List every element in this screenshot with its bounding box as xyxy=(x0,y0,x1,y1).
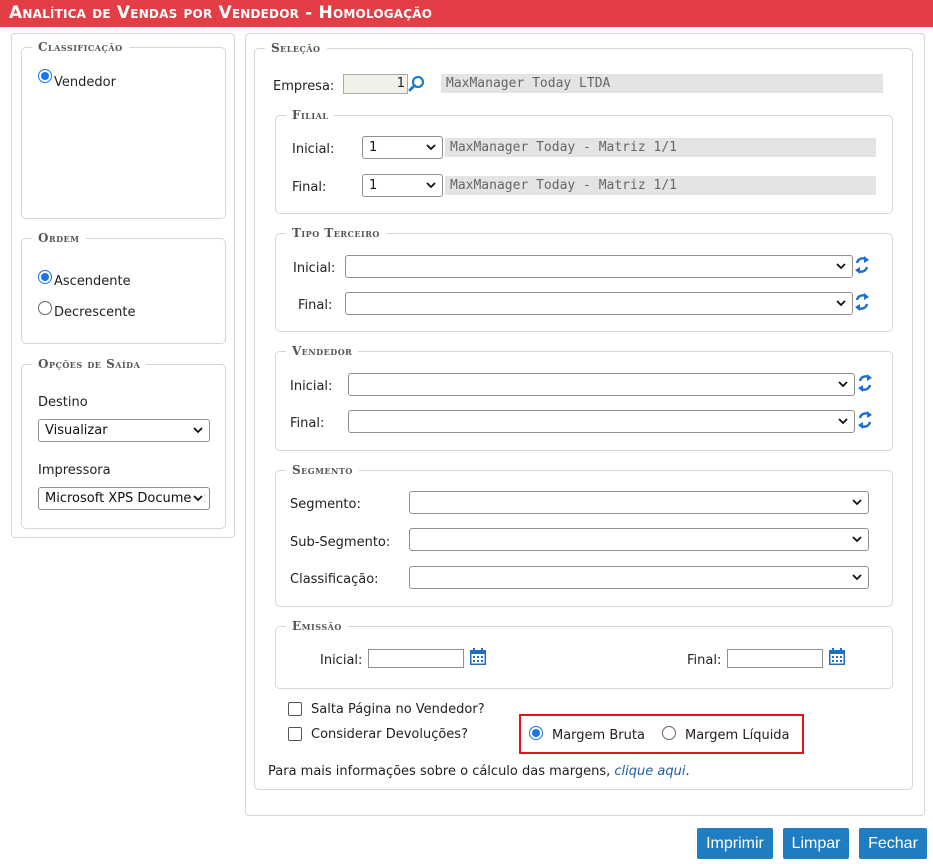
vendedor-final-label: Final: xyxy=(290,416,325,431)
opcoes-saida-group: Opções de Saída Destino Visualizar Impre… xyxy=(21,357,226,529)
limpar-button[interactable]: Limpar xyxy=(783,828,849,859)
considerar-devolucoes-checkbox[interactable] xyxy=(288,727,302,741)
radio-vendedor-label: Vendedor xyxy=(54,75,116,90)
tipo-terceiro-group: Tipo Terceiro xyxy=(275,226,893,332)
emissao-final-label: Final: xyxy=(687,653,722,668)
ordem-group: Ordem Ascendente Decrescente xyxy=(21,231,226,344)
empresa-label: Empresa: xyxy=(273,79,335,94)
margens-info-prefix: Para mais informações sobre o cálculo da… xyxy=(268,764,615,779)
salta-pagina-checkbox[interactable] xyxy=(288,702,302,716)
imprimir-button[interactable]: Imprimir xyxy=(697,828,773,859)
classificacao-group: Classificação Vendedor xyxy=(21,40,226,219)
filial-final-name: MaxManager Today - Matriz 1/1 xyxy=(445,176,876,195)
vendedor-final-select[interactable] xyxy=(348,410,855,433)
refresh-icon[interactable] xyxy=(854,255,870,275)
clique-aqui-link[interactable]: clique aqui xyxy=(614,764,685,779)
search-icon[interactable] xyxy=(408,75,426,93)
destino-select-value: Visualizar xyxy=(45,423,108,438)
tipo-terceiro-final-select[interactable] xyxy=(345,292,853,315)
classificacao-label: Classificação: xyxy=(290,572,379,587)
impressora-select[interactable]: Microsoft XPS Document Writer xyxy=(38,487,210,510)
destino-label: Destino xyxy=(38,395,88,410)
filial-legend: Filial xyxy=(286,108,335,122)
filial-final-value: 1 xyxy=(369,178,378,193)
vendedor-inicial-select[interactable] xyxy=(348,373,855,396)
filial-inicial-select[interactable]: 1 xyxy=(362,136,443,159)
chevron-down-icon xyxy=(193,427,203,434)
chevron-down-icon xyxy=(852,574,862,581)
chevron-down-icon xyxy=(836,300,846,307)
tipo-terceiro-inicial-select[interactable] xyxy=(345,255,853,278)
radio-ascendente-label: Ascendente xyxy=(54,274,131,289)
considerar-devolucoes-label: Considerar Devoluções? xyxy=(311,727,468,742)
segmento-legend: Segmento xyxy=(286,463,359,477)
chevron-down-icon xyxy=(852,536,862,543)
classificacao-select[interactable] xyxy=(409,566,869,589)
refresh-icon[interactable] xyxy=(857,373,873,393)
subsegmento-label: Sub-Segmento: xyxy=(290,535,391,550)
selecao-legend: Seleção xyxy=(265,41,327,55)
filial-group: Filial xyxy=(275,108,893,214)
salta-pagina-label: Salta Página no Vendedor? xyxy=(311,702,485,717)
empresa-code-input[interactable]: 1 xyxy=(343,74,408,94)
page-title: Analítica de Vendas por Vendedor - Homol… xyxy=(0,0,933,27)
fechar-button[interactable]: Fechar xyxy=(859,828,927,859)
calendar-icon[interactable] xyxy=(470,648,486,665)
radio-margem-bruta[interactable] xyxy=(529,726,543,740)
chevron-down-icon xyxy=(426,182,436,189)
filial-inicial-value: 1 xyxy=(369,140,378,155)
vendedor-legend: Vendedor xyxy=(286,344,359,358)
destino-select[interactable]: Visualizar xyxy=(38,419,210,442)
impressora-select-value: Microsoft XPS Document Writer xyxy=(45,491,209,506)
filial-inicial-name: MaxManager Today - Matriz 1/1 xyxy=(445,138,876,157)
chevron-down-icon xyxy=(426,144,436,151)
emissao-inicial-input[interactable] xyxy=(368,649,464,668)
radio-decrescente-label: Decrescente xyxy=(54,305,136,320)
tipo-terceiro-final-label: Final: xyxy=(298,298,333,313)
segmento-select[interactable] xyxy=(409,491,869,514)
radio-ascendente[interactable] xyxy=(38,270,52,284)
chevron-down-icon xyxy=(852,499,862,506)
chevron-down-icon xyxy=(836,263,846,270)
tipo-terceiro-legend: Tipo Terceiro xyxy=(286,226,386,240)
calendar-icon[interactable] xyxy=(829,648,845,665)
radio-vendedor[interactable] xyxy=(38,69,52,83)
margens-info-text: Para mais informações sobre o cálculo da… xyxy=(268,764,690,779)
ordem-legend: Ordem xyxy=(32,231,86,245)
chevron-down-icon xyxy=(192,492,204,504)
empresa-name: MaxManager Today LTDA xyxy=(441,74,883,93)
refresh-icon[interactable] xyxy=(857,410,873,430)
radio-decrescente[interactable] xyxy=(38,301,52,315)
margem-liquida-label: Margem Líquida xyxy=(685,728,790,743)
empresa-code-value: 1 xyxy=(396,76,405,91)
refresh-icon[interactable] xyxy=(854,292,870,312)
emissao-inicial-label: Inicial: xyxy=(320,653,363,668)
subsegmento-select[interactable] xyxy=(409,528,869,551)
opcoes-saida-legend: Opções de Saída xyxy=(32,357,147,371)
filial-final-label: Final: xyxy=(292,180,327,195)
impressora-label: Impressora xyxy=(38,463,111,478)
vendedor-inicial-label: Inicial: xyxy=(290,379,333,394)
emissao-final-input[interactable] xyxy=(727,649,823,668)
segmento-label: Segmento: xyxy=(290,497,361,512)
vendedor-group: Vendedor xyxy=(275,344,893,451)
tipo-terceiro-inicial-label: Inicial: xyxy=(293,261,336,276)
margens-info-suffix: . xyxy=(685,764,690,779)
classificacao-legend: Classificação xyxy=(32,40,129,54)
chevron-down-icon xyxy=(838,381,848,388)
emissao-legend: Emissão xyxy=(286,619,348,633)
filial-final-select[interactable]: 1 xyxy=(362,174,443,197)
chevron-down-icon xyxy=(838,418,848,425)
margem-bruta-label: Margem Bruta xyxy=(552,728,645,743)
radio-margem-liquida[interactable] xyxy=(662,726,676,740)
filial-inicial-label: Inicial: xyxy=(292,142,335,157)
